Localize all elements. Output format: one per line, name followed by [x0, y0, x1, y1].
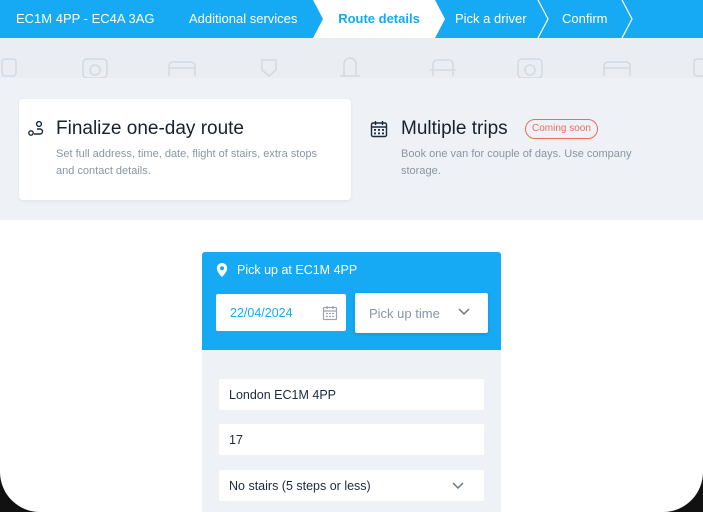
pickup-title: Pick up at EC1M 4PP: [237, 263, 358, 277]
pickup-stairs-select[interactable]: No stairs (5 steps or less): [219, 470, 484, 501]
pickup-house-number-field[interactable]: 17: [219, 424, 484, 455]
step-additional-services[interactable]: Additional services: [189, 0, 297, 38]
pickup-date-input[interactable]: 22/04/2024: [216, 294, 346, 331]
step-route-details[interactable]: Route details: [313, 0, 445, 38]
screen-corner-left: [0, 472, 40, 512]
decorative-pattern-strip: [0, 38, 703, 79]
chevron-down-icon: [458, 308, 470, 316]
multiple-trips-description: Book one van for couple of days. Use com…: [401, 148, 632, 177]
location-pin-icon: [216, 263, 228, 277]
step-separator-icon: [537, 0, 549, 38]
step-separator-icon: [621, 0, 633, 38]
pickup-house-number-value: 17: [229, 433, 243, 447]
one-day-route-description: Set full address, time, date, flight of …: [56, 148, 318, 177]
one-day-route-title: Finalize one-day route: [56, 118, 244, 139]
step-confirm[interactable]: Confirm: [562, 0, 608, 38]
pickup-date-value: 22/04/2024: [230, 306, 293, 320]
pickup-address-field[interactable]: London EC1M 4PP: [219, 379, 484, 410]
route-icon: [28, 120, 44, 136]
chevron-down-icon: [452, 482, 464, 490]
screen-corner-right: [663, 472, 703, 512]
pickup-time-placeholder: Pick up time: [369, 306, 440, 321]
calendar-icon[interactable]: [322, 305, 338, 321]
pickup-stairs-value: No stairs (5 steps or less): [229, 479, 371, 493]
step-progress-bar: EC1M 4PP - EC4A 3AG Additional services …: [0, 0, 703, 38]
step-route-summary[interactable]: EC1M 4PP - EC4A 3AG: [16, 0, 155, 38]
calendar-icon: [370, 121, 388, 138]
furniture-pattern-icon: [1, 57, 703, 79]
pickup-address-value: London EC1M 4PP: [229, 388, 337, 402]
coming-soon-badge: Coming soon: [525, 119, 598, 139]
step-pick-a-driver[interactable]: Pick a driver: [455, 0, 527, 38]
multiple-trips-title: Multiple trips: [401, 118, 508, 139]
pickup-time-select[interactable]: Pick up time: [355, 293, 488, 333]
